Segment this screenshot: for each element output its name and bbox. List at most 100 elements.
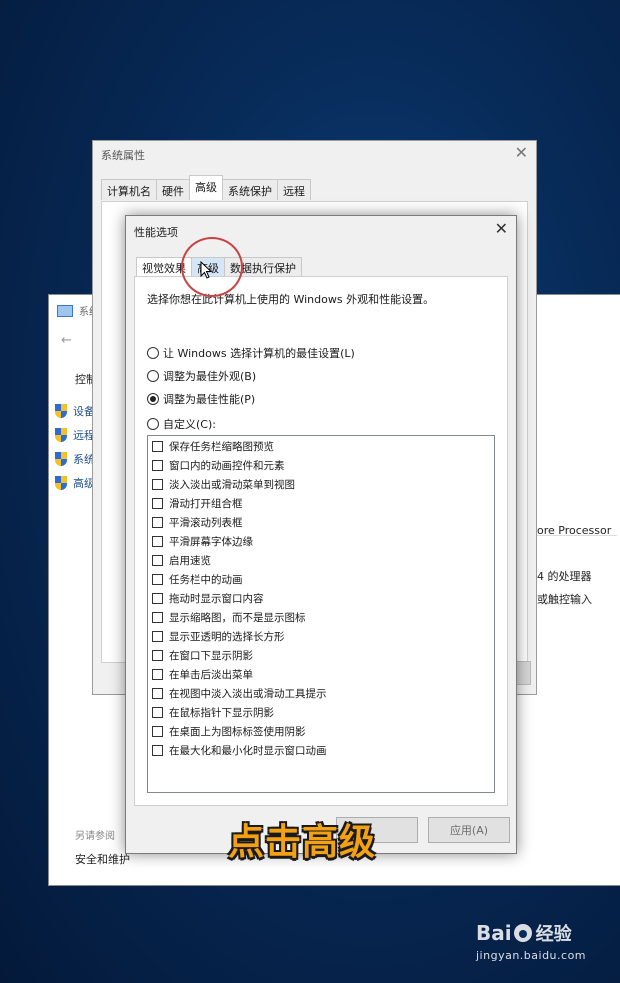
shield-icon <box>55 452 67 466</box>
tab-hardware[interactable]: 硬件 <box>156 179 190 200</box>
checkbox-label: 淡入淡出或滑动菜单到视图 <box>169 479 295 491</box>
radio-button[interactable] <box>147 347 159 359</box>
tab-strip: 计算机名 硬件 高级 系统保护 远程 <box>101 175 311 200</box>
checkbox[interactable] <box>152 688 163 699</box>
processor-text: ore Processor <box>537 524 612 537</box>
checkbox-label: 平滑屏幕字体边缘 <box>169 536 253 548</box>
close-icon[interactable]: ✕ <box>495 219 508 238</box>
checkbox[interactable] <box>152 593 163 604</box>
checkbox-label: 滑动打开组合框 <box>169 498 243 510</box>
sidebar-link-advanced[interactable]: 高级 <box>55 475 95 491</box>
list-item[interactable]: 显示亚透明的选择长方形 <box>152 629 285 644</box>
list-item[interactable]: 在视图中淡入淡出或滑动工具提示 <box>152 686 327 701</box>
highlight-circle <box>181 237 243 297</box>
checkbox-label: 平滑滚动列表框 <box>169 517 243 529</box>
radio-label: 调整为最佳性能(P) <box>163 393 256 406</box>
checkbox[interactable] <box>152 498 163 509</box>
checkbox-label: 显示亚透明的选择长方形 <box>169 631 285 643</box>
radio-button[interactable] <box>147 370 159 382</box>
shield-icon <box>55 428 67 442</box>
checkbox-label: 保存任务栏缩略图预览 <box>169 441 274 453</box>
list-item[interactable]: 任务栏中的动画 <box>152 572 243 587</box>
close-icon[interactable]: ✕ <box>515 143 528 162</box>
checkbox[interactable] <box>152 669 163 680</box>
security-maintenance-link[interactable]: 安全和维护 <box>75 851 130 867</box>
checkbox-label: 在窗口下显示阴影 <box>169 650 253 662</box>
visual-effects-panel: 选择你想在此计算机上使用的 Windows 外观和性能设置。 让 Windows… <box>134 276 508 806</box>
checkbox-label: 在桌面上为图标标签使用阴影 <box>169 726 306 738</box>
list-item[interactable]: 保存任务栏缩略图预览 <box>152 439 274 454</box>
list-item[interactable]: 显示缩略图，而不是显示图标 <box>152 610 306 625</box>
checkbox-label: 在视图中淡入淡出或滑动工具提示 <box>169 688 327 700</box>
checkbox[interactable] <box>152 517 163 528</box>
checkbox-label: 拖动时显示窗口内容 <box>169 593 264 605</box>
checkbox[interactable] <box>152 631 163 642</box>
checkbox-label: 在最大化和最小化时显示窗口动画 <box>169 745 327 757</box>
radio-label: 自定义(C): <box>163 418 216 431</box>
apply-button[interactable]: 应用(A) <box>428 817 510 843</box>
checkbox[interactable] <box>152 460 163 471</box>
list-item[interactable]: 窗口内的动画控件和元素 <box>152 458 285 473</box>
checkbox[interactable] <box>152 612 163 623</box>
checkbox[interactable] <box>152 707 163 718</box>
paw-logo-icon <box>513 924 532 942</box>
sidebar-link-remote[interactable]: 远程 <box>55 427 95 443</box>
checkbox[interactable] <box>152 745 163 756</box>
baidu-jingyan-watermark: Bai 经验 jingyan.baidu.com <box>476 920 586 962</box>
checkbox-label: 窗口内的动画控件和元素 <box>169 460 285 472</box>
list-item[interactable]: 在单击后淡出菜单 <box>152 667 253 682</box>
dialog-title: 系统属性 <box>101 149 145 162</box>
watermark-url: jingyan.baidu.com <box>476 949 587 962</box>
radio-button-selected[interactable] <box>147 393 159 405</box>
tab-system-protection[interactable]: 系统保护 <box>222 179 278 200</box>
monitor-icon <box>57 304 73 317</box>
radio-best-appearance[interactable]: 调整为最佳外观(B) <box>147 368 256 384</box>
sidebar-link-device-manager[interactable]: 设备 <box>55 403 95 419</box>
checkbox-label: 启用速览 <box>169 555 211 567</box>
intro-text: 选择你想在此计算机上使用的 Windows 外观和性能设置。 <box>147 293 435 306</box>
list-item[interactable]: 拖动时显示窗口内容 <box>152 591 264 606</box>
list-item[interactable]: 滑动打开组合框 <box>152 496 243 511</box>
checkbox[interactable] <box>152 574 163 585</box>
watermark-brand: Bai <box>476 921 512 945</box>
list-item[interactable]: 在桌面上为图标标签使用阴影 <box>152 724 306 739</box>
checkbox[interactable] <box>152 536 163 547</box>
checkbox-label: 显示缩略图，而不是显示图标 <box>169 612 306 624</box>
tab-remote[interactable]: 远程 <box>277 179 311 200</box>
checkbox[interactable] <box>152 441 163 452</box>
checkbox[interactable] <box>152 479 163 490</box>
mouse-cursor-icon <box>200 260 213 282</box>
checkbox[interactable] <box>152 650 163 661</box>
radio-label: 让 Windows 选择计算机的最佳设置(L) <box>163 347 355 360</box>
list-item[interactable]: 在最大化和最小化时显示窗口动画 <box>152 743 327 758</box>
shield-icon <box>55 476 67 490</box>
list-item[interactable]: 在窗口下显示阴影 <box>152 648 253 663</box>
list-item[interactable]: 启用速览 <box>152 553 211 568</box>
sidebar-link-system-protection[interactable]: 系统 <box>55 451 95 467</box>
checkbox-label: 在单击后淡出菜单 <box>169 669 253 681</box>
see-also-heading: 另请参阅 <box>75 831 115 842</box>
tab-advanced[interactable]: 高级 <box>189 175 223 200</box>
radio-label: 调整为最佳外观(B) <box>163 370 257 383</box>
list-item[interactable]: 在鼠标指针下显示阴影 <box>152 705 274 720</box>
performance-options-dialog: 性能选项 ✕ 视觉效果 高级 数据执行保护 选择你想在此计算机上使用的 Wind… <box>125 215 517 854</box>
radio-button[interactable] <box>147 418 159 430</box>
processor-type-text: 4 的处理器 <box>537 570 592 583</box>
visual-effects-listbox[interactable]: 保存任务栏缩略图预览 窗口内的动画控件和元素 淡入淡出或滑动菜单到视图 滑动打开… <box>147 435 495 793</box>
radio-let-windows-choose[interactable]: 让 Windows 选择计算机的最佳设置(L) <box>147 345 355 361</box>
back-arrow-icon[interactable]: ← <box>61 333 72 348</box>
watermark-brand-cn: 经验 <box>535 924 572 945</box>
dialog-title: 性能选项 <box>134 226 178 239</box>
checkbox-label: 在鼠标指针下显示阴影 <box>169 707 274 719</box>
pen-touch-text: 或触控输入 <box>537 593 592 606</box>
radio-best-performance[interactable]: 调整为最佳性能(P) <box>147 391 255 407</box>
list-item[interactable]: 平滑滚动列表框 <box>152 515 243 530</box>
tab-computer-name[interactable]: 计算机名 <box>101 179 157 200</box>
checkbox[interactable] <box>152 726 163 737</box>
radio-custom[interactable]: 自定义(C): <box>147 416 216 432</box>
shield-icon <box>55 404 67 418</box>
list-item[interactable]: 平滑屏幕字体边缘 <box>152 534 253 549</box>
list-item[interactable]: 淡入淡出或滑动菜单到视图 <box>152 477 295 492</box>
checkbox[interactable] <box>152 555 163 566</box>
checkbox-label: 任务栏中的动画 <box>169 574 243 586</box>
